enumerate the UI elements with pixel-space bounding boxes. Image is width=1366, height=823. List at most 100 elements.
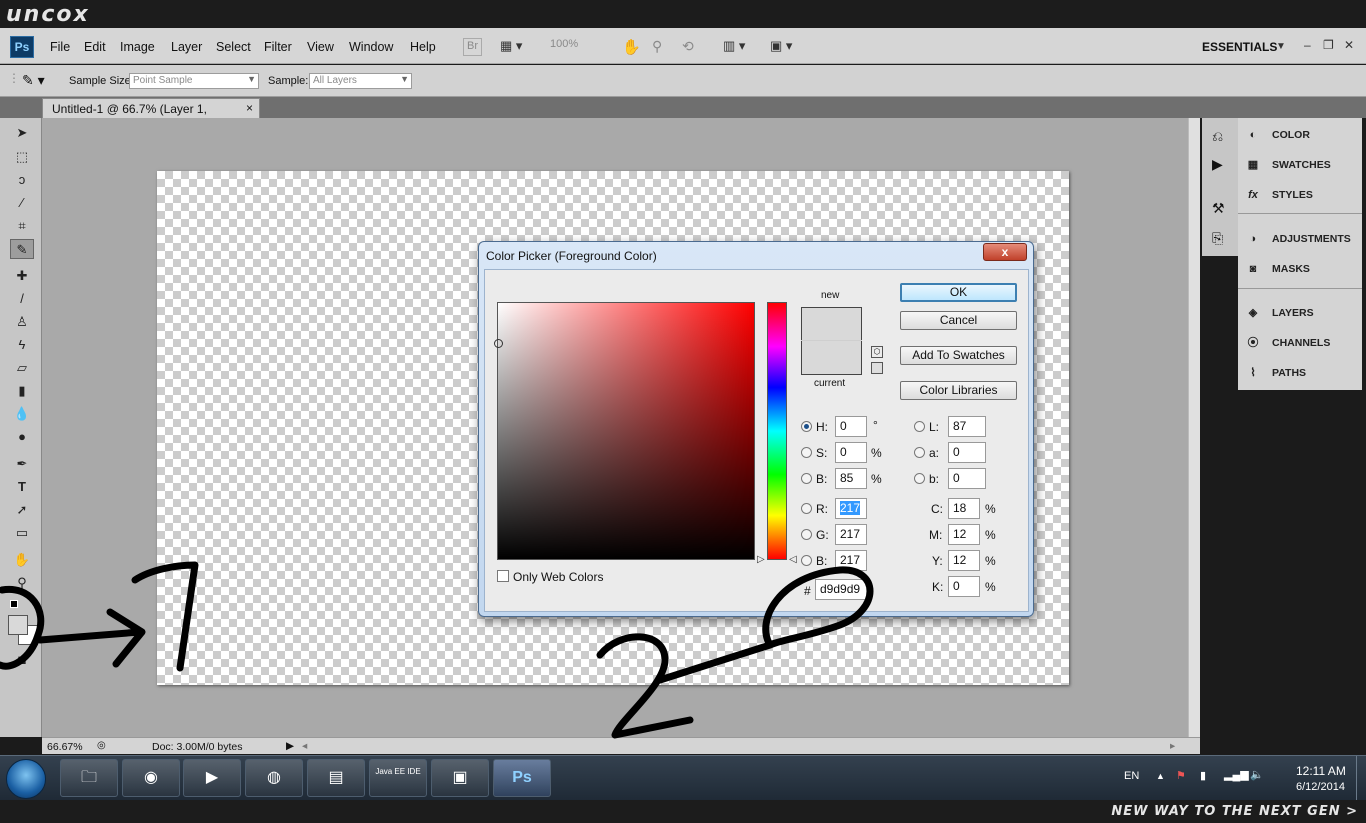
type-tool-icon[interactable]: T bbox=[10, 477, 34, 497]
actions-panel-icon[interactable]: ▶ bbox=[1212, 156, 1223, 173]
cancel-button[interactable]: Cancel bbox=[900, 311, 1017, 330]
document-tab[interactable]: Untitled-1 @ 66.7% (Layer 1, RGB/8) × bbox=[42, 98, 260, 130]
dialog-close-button[interactable]: x bbox=[983, 243, 1027, 261]
yellow-input[interactable]: 12 bbox=[948, 550, 980, 571]
sample-size-select[interactable]: Point Sample ▼ bbox=[129, 73, 259, 89]
java-ee-ide-icon[interactable]: Java EE IDE bbox=[369, 759, 427, 797]
foreground-color-swatch[interactable] bbox=[8, 615, 28, 635]
panel-swatches[interactable]: ▦ SWATCHES bbox=[1244, 154, 1331, 176]
menu-layer[interactable]: Layer bbox=[171, 40, 202, 54]
sticky-notes-icon[interactable]: ▤ bbox=[307, 759, 365, 797]
history-panel-icon[interactable]: ⎌ bbox=[1212, 128, 1223, 145]
scroll-left-icon[interactable]: ◂ bbox=[302, 740, 307, 752]
brush-tool-icon[interactable]: / bbox=[10, 289, 34, 309]
hand-tool-icon[interactable]: ✋ bbox=[622, 38, 641, 56]
menu-view[interactable]: View bbox=[307, 40, 334, 54]
menu-help[interactable]: Help bbox=[410, 40, 436, 54]
move-tool-icon[interactable]: ➤ bbox=[10, 123, 34, 143]
show-hidden-icons[interactable]: ▲ bbox=[1156, 771, 1165, 781]
lab-l-radio[interactable] bbox=[914, 421, 925, 432]
lab-a-input[interactable]: 0 bbox=[948, 442, 986, 463]
blue-input[interactable]: 217 bbox=[835, 550, 867, 571]
gradient-tool-icon[interactable]: ▮ bbox=[10, 381, 34, 401]
shape-tool-icon[interactable]: ▭ bbox=[10, 523, 34, 543]
panel-adjustments[interactable]: ◑ ADJUSTMENTS bbox=[1244, 228, 1351, 250]
panel-channels[interactable]: ⦿ CHANNELS bbox=[1244, 332, 1331, 354]
cyan-input[interactable]: 18 bbox=[948, 498, 980, 519]
web-safe-swatch-icon[interactable] bbox=[871, 362, 883, 374]
tool-presets-icon[interactable]: ⚒ bbox=[1212, 200, 1225, 217]
firefox-icon[interactable]: ◍ bbox=[245, 759, 303, 797]
clone-stamp-icon[interactable]: ♙ bbox=[10, 312, 34, 332]
tab-close-icon[interactable]: × bbox=[246, 101, 253, 115]
extras-icon[interactable]: ▦ ▾ bbox=[500, 38, 522, 56]
clock-date[interactable]: 6/12/2014 bbox=[1296, 781, 1345, 793]
menu-window[interactable]: Window bbox=[349, 40, 393, 54]
close-button[interactable]: ✕ bbox=[1344, 38, 1354, 52]
show-desktop-button[interactable] bbox=[1356, 756, 1366, 801]
saturation-radio[interactable] bbox=[801, 447, 812, 458]
eyedropper-icon[interactable]: ✎ ▾ bbox=[22, 72, 45, 89]
color-field-cursor[interactable] bbox=[494, 339, 503, 348]
marquee-tool-icon[interactable]: ⬚ bbox=[10, 147, 34, 167]
eraser-tool-icon[interactable]: ▱ bbox=[10, 358, 34, 378]
gamut-cube-icon[interactable]: ⬡ bbox=[871, 346, 883, 358]
status-info-icon[interactable]: ◎ bbox=[97, 740, 106, 751]
magic-wand-icon[interactable]: ⁄ bbox=[10, 193, 34, 213]
panel-layers[interactable]: ◈ LAYERS bbox=[1244, 302, 1314, 324]
menu-edit[interactable]: Edit bbox=[84, 40, 106, 54]
clone-source-icon[interactable]: ⎘ bbox=[1212, 230, 1223, 247]
lab-b-radio[interactable] bbox=[914, 473, 925, 484]
menu-file[interactable]: File bbox=[50, 40, 70, 54]
lab-a-radio[interactable] bbox=[914, 447, 925, 458]
blur-tool-icon[interactable]: 💧 bbox=[10, 404, 34, 424]
red-input[interactable]: 217 bbox=[835, 498, 867, 519]
zoom-tool-icon[interactable]: ⚲ bbox=[10, 573, 34, 593]
ok-button[interactable]: OK bbox=[900, 283, 1017, 302]
hand-tool-icon[interactable]: ✋ bbox=[10, 550, 34, 570]
menu-image[interactable]: Image bbox=[120, 40, 155, 54]
minimize-button[interactable]: – bbox=[1304, 38, 1311, 52]
panel-masks[interactable]: ◙ MASKS bbox=[1244, 258, 1310, 280]
workspace-dropdown-icon[interactable]: ▼ bbox=[1276, 41, 1286, 52]
healing-brush-icon[interactable]: ✚ bbox=[10, 266, 34, 286]
default-colors-icon[interactable] bbox=[10, 600, 18, 608]
green-input[interactable]: 217 bbox=[835, 524, 867, 545]
network-icon[interactable]: ▂▄▆ bbox=[1224, 768, 1249, 781]
only-web-colors-checkbox[interactable] bbox=[497, 570, 509, 582]
lasso-tool-icon[interactable]: ↄ bbox=[10, 170, 34, 190]
file-explorer-icon[interactable]: 🗀 bbox=[60, 759, 118, 797]
hex-input[interactable]: d9d9d9 bbox=[815, 579, 869, 600]
rotate-view-icon[interactable]: ⟲ bbox=[682, 38, 694, 56]
dodge-tool-icon[interactable]: ● bbox=[10, 427, 34, 447]
red-radio[interactable] bbox=[801, 503, 812, 514]
crop-tool-icon[interactable]: ⌗ bbox=[10, 216, 34, 236]
add-to-swatches-button[interactable]: Add To Swatches bbox=[900, 346, 1017, 365]
hue-slider-right-arrow-icon[interactable]: ◁ bbox=[789, 554, 797, 565]
green-radio[interactable] bbox=[801, 529, 812, 540]
zoom-tool-icon[interactable]: ⚲ bbox=[652, 38, 662, 56]
zoom-level-dropdown[interactable]: 100% bbox=[550, 38, 578, 56]
panel-styles[interactable]: fx STYLES bbox=[1244, 184, 1313, 206]
clock-time[interactable]: 12:11 AM bbox=[1296, 764, 1346, 778]
color-field[interactable] bbox=[494, 302, 755, 560]
panel-color[interactable]: ◐ COLOR bbox=[1244, 124, 1310, 146]
start-button[interactable] bbox=[6, 759, 46, 799]
pen-tool-icon[interactable]: ✒ bbox=[10, 454, 34, 474]
quick-mask-icon[interactable]: ◙ bbox=[10, 650, 34, 670]
history-brush-icon[interactable]: ϟ bbox=[10, 335, 34, 355]
menu-select[interactable]: Select bbox=[216, 40, 251, 54]
restore-button[interactable]: ❐ bbox=[1323, 38, 1334, 52]
brightness-input[interactable]: 85 bbox=[835, 468, 867, 489]
color-libraries-button[interactable]: Color Libraries bbox=[900, 381, 1017, 400]
hue-input[interactable]: 0 bbox=[835, 416, 867, 437]
language-indicator[interactable]: EN bbox=[1124, 770, 1139, 782]
path-selection-icon[interactable]: ➚ bbox=[10, 500, 34, 520]
magenta-input[interactable]: 12 bbox=[948, 524, 980, 545]
chrome-icon[interactable]: ◉ bbox=[122, 759, 180, 797]
hue-slider-left-arrow-icon[interactable]: ▷ bbox=[757, 554, 765, 565]
menu-filter[interactable]: Filter bbox=[264, 40, 292, 54]
saturation-input[interactable]: 0 bbox=[835, 442, 867, 463]
panel-paths[interactable]: ⌇ PATHS bbox=[1244, 362, 1306, 384]
hue-slider[interactable] bbox=[767, 302, 787, 560]
